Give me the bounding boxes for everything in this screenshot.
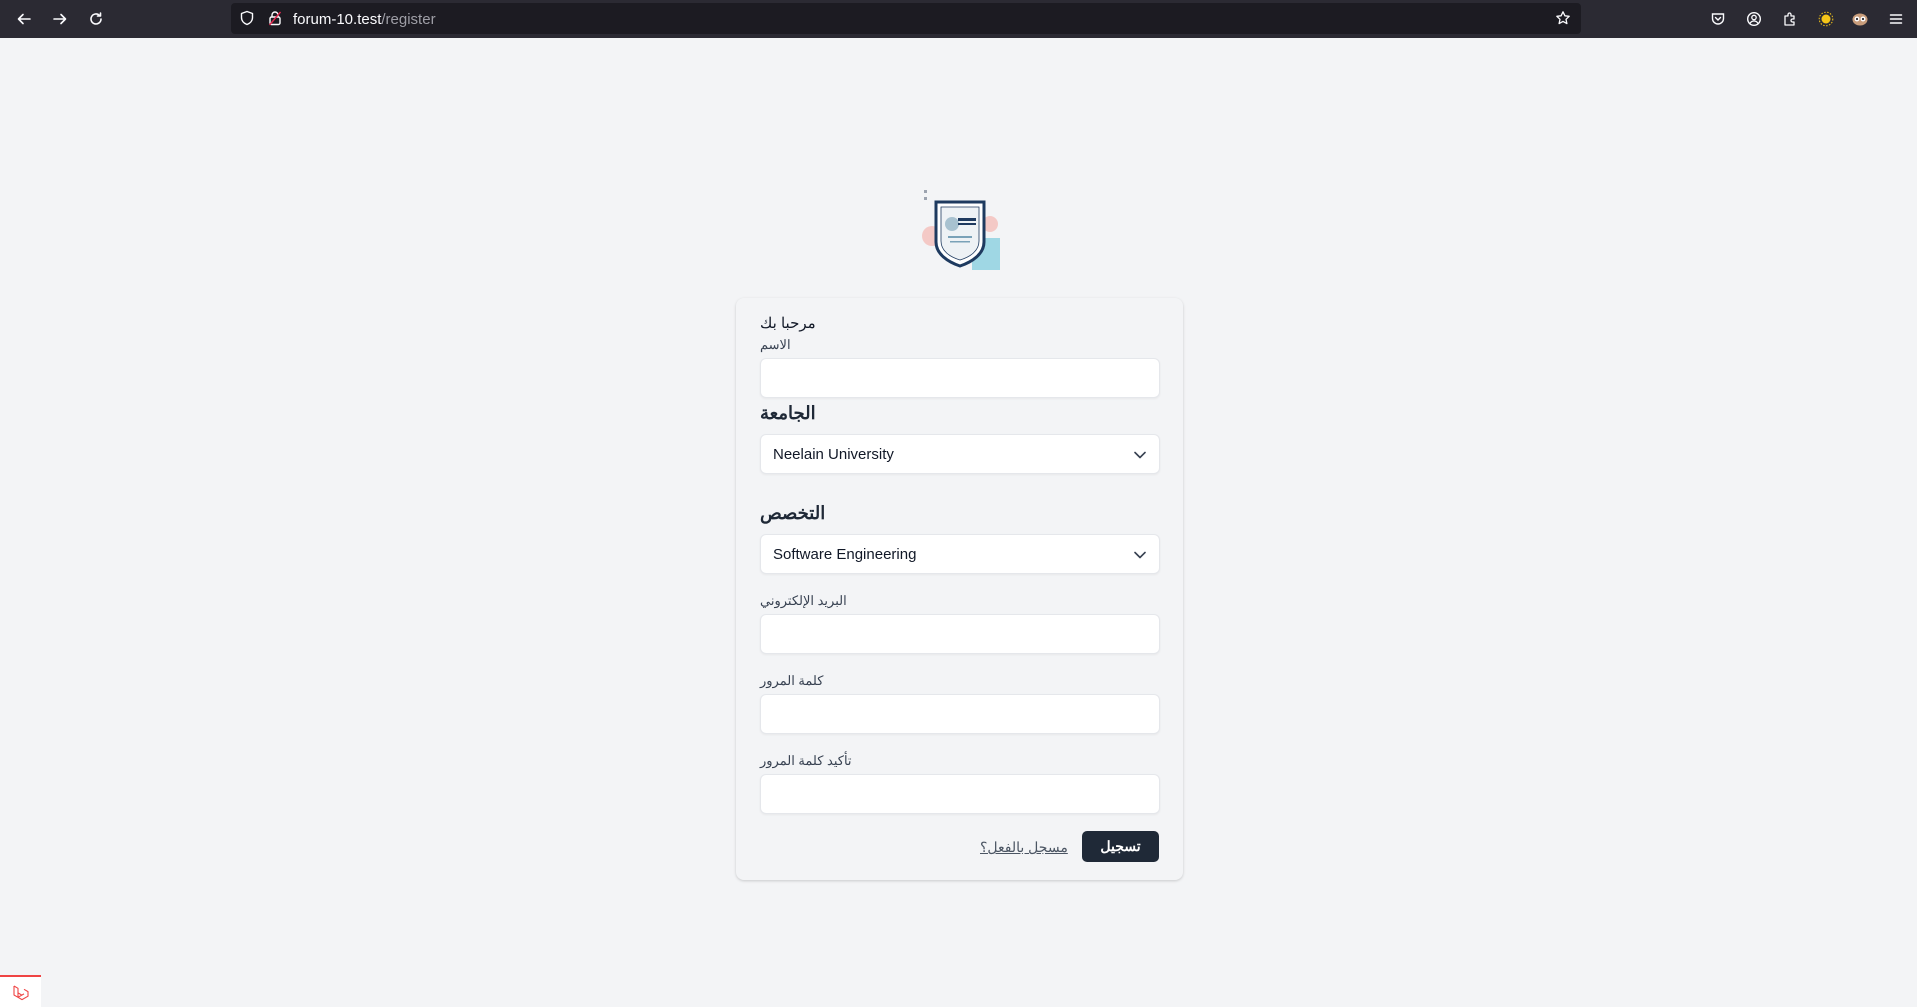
reload-icon[interactable] xyxy=(83,6,109,32)
extensions-icon[interactable] xyxy=(1778,7,1802,31)
back-arrow-icon[interactable] xyxy=(11,6,37,32)
url-host: forum-10.test xyxy=(293,11,382,28)
welcome-text: مرحبا بك xyxy=(760,315,816,332)
shield-icon[interactable] xyxy=(239,10,255,31)
confirm-password-input[interactable] xyxy=(760,774,1160,814)
university-selected-value: Neelain University xyxy=(773,446,894,463)
hamburger-menu-icon[interactable] xyxy=(1884,7,1908,31)
email-label: البريد الإلكتروني xyxy=(760,593,847,608)
specialization-selected-value: Software Engineering xyxy=(773,546,917,563)
name-label: الاسم xyxy=(760,337,791,352)
bookmark-star-icon[interactable] xyxy=(1555,10,1571,31)
url-text[interactable]: forum-10.test/register xyxy=(293,11,436,28)
name-input[interactable] xyxy=(760,358,1160,398)
owl-extension-icon[interactable] xyxy=(1848,7,1872,31)
pocket-icon[interactable] xyxy=(1706,7,1730,31)
confirm-password-label: تأكيد كلمة المرور xyxy=(760,753,852,768)
register-button[interactable]: تسجيل xyxy=(1082,831,1159,862)
university-heading: الجامعة xyxy=(760,403,816,423)
email-input[interactable] xyxy=(760,614,1160,654)
already-registered-link[interactable]: مسجل بالفعل؟ xyxy=(980,839,1068,856)
university-select[interactable]: Neelain University xyxy=(760,434,1160,474)
forward-arrow-icon[interactable] xyxy=(47,6,73,32)
specialization-heading: التخصص xyxy=(760,503,826,523)
laravel-debug-icon[interactable] xyxy=(0,975,41,1007)
chevron-down-icon xyxy=(1133,448,1147,467)
register-card: مرحبا بك الاسم الجامعة Neelain Universit… xyxy=(736,298,1183,880)
password-input[interactable] xyxy=(760,694,1160,734)
url-path: /register xyxy=(381,11,436,28)
lock-icon[interactable] xyxy=(267,10,283,31)
browser-toolbar: forum-10.test/register xyxy=(0,0,1917,38)
sun-extension-icon[interactable] xyxy=(1814,7,1838,31)
password-label: كلمة المرور xyxy=(760,673,824,688)
university-logo xyxy=(920,188,1000,270)
chevron-down-icon xyxy=(1133,548,1147,567)
specialization-select[interactable]: Software Engineering xyxy=(760,534,1160,574)
account-icon[interactable] xyxy=(1742,7,1766,31)
address-bar[interactable]: forum-10.test/register xyxy=(231,3,1581,34)
